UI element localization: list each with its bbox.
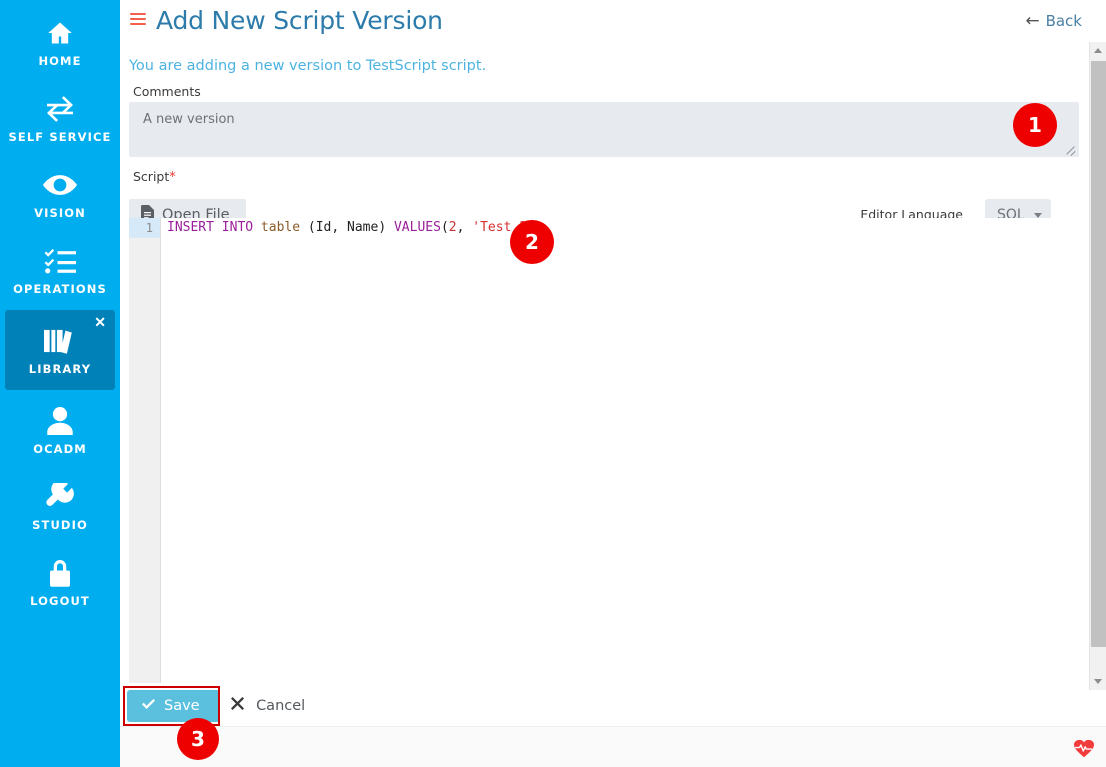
code-token: (Id, Name): [300, 220, 394, 235]
form-area: Comments A new version Script* Open File…: [129, 84, 1089, 233]
sidebar-item-ocadm[interactable]: OCADM: [5, 394, 115, 466]
code-token: (: [440, 220, 449, 235]
sidebar-item-label: VISION: [34, 206, 86, 220]
home-icon: [5, 16, 115, 50]
form-footer: Save Cancel: [120, 686, 1106, 767]
sidebar-item-label: HOME: [38, 54, 82, 68]
arrow-left-icon: ←: [1025, 11, 1040, 31]
page-scrollbar[interactable]: [1089, 42, 1106, 690]
cancel-button-label: Cancel: [256, 698, 306, 714]
wrench-icon: [5, 480, 115, 514]
cancel-button[interactable]: Cancel: [231, 690, 305, 722]
code-token: VALUES: [393, 220, 441, 235]
annotation-badge-2: 2: [510, 220, 554, 264]
exchange-icon: [5, 92, 115, 126]
script-label-text: Script: [133, 169, 170, 184]
sidebar-item-label: SELF SERVICE: [8, 130, 112, 144]
code-token: ,: [456, 220, 473, 235]
code-editor[interactable]: 1 INSERT INTO table (Id, Name) VALUES(2,…: [129, 218, 1079, 683]
editor-code-area[interactable]: INSERT INTO table (Id, Name) VALUES(2, '…: [167, 218, 1079, 683]
sidebar-item-label: LOGOUT: [30, 594, 90, 608]
close-icon[interactable]: ✕: [94, 315, 106, 329]
check-icon: [141, 691, 156, 723]
comments-value: A new version: [143, 112, 235, 127]
sidebar-item-studio[interactable]: STUDIO: [5, 470, 115, 542]
save-button-label: Save: [164, 698, 200, 714]
scroll-up-button[interactable]: [1090, 42, 1106, 59]
annotation-badge-3: 3: [177, 718, 219, 760]
sidebar-item-logout[interactable]: LOGOUT: [5, 546, 115, 618]
heartbeat-icon[interactable]: [1074, 739, 1094, 760]
sidebar-item-vision[interactable]: VISION: [5, 158, 115, 230]
scroll-down-button[interactable]: [1090, 673, 1106, 690]
resize-grip-icon[interactable]: [1064, 143, 1076, 156]
hamburger-icon[interactable]: [130, 13, 146, 28]
sidebar-item-label: OPERATIONS: [13, 282, 107, 296]
script-label: Script*: [129, 169, 1089, 185]
sidebar-item-operations[interactable]: OPERATIONS: [5, 234, 115, 306]
status-bar: [120, 726, 1106, 767]
sidebar-item-self-service[interactable]: SELF SERVICE: [5, 82, 115, 154]
page-subtitle: You are adding a new version to TestScri…: [129, 58, 487, 74]
checklist-icon: [5, 244, 115, 278]
save-button[interactable]: Save: [127, 690, 220, 722]
line-number: 1: [129, 218, 160, 238]
comments-label: Comments: [133, 84, 201, 99]
sidebar-item-label: LIBRARY: [28, 362, 92, 376]
eye-icon: [5, 168, 115, 202]
sidebar-item-label: OCADM: [33, 442, 87, 456]
x-icon: [231, 697, 249, 714]
back-button[interactable]: ← Back: [1025, 11, 1082, 31]
comments-field[interactable]: A new version: [129, 102, 1079, 157]
back-button-label: Back: [1045, 12, 1082, 30]
app-root: HOME SELF SERVICE VISION OPERATIONS ✕ LI…: [0, 0, 1106, 767]
main-sidebar: HOME SELF SERVICE VISION OPERATIONS ✕ LI…: [0, 0, 120, 767]
required-marker: *: [169, 170, 176, 185]
code-token: 2: [448, 220, 457, 235]
annotation-badge-1: 1: [1013, 103, 1057, 147]
code-token: table: [260, 220, 301, 235]
sidebar-item-home[interactable]: HOME: [5, 6, 115, 78]
lock-icon: [5, 556, 115, 590]
sidebar-item-label: STUDIO: [32, 518, 88, 532]
chevron-up-icon: [1094, 48, 1102, 53]
page-header: Add New Script Version ← Back: [120, 0, 1106, 46]
chevron-down-icon: [1094, 679, 1102, 684]
page-title: Add New Script Version: [156, 6, 443, 35]
scroll-thumb[interactable]: [1091, 61, 1106, 647]
sidebar-item-library[interactable]: ✕ LIBRARY: [5, 310, 115, 390]
user-icon: [5, 404, 115, 438]
editor-gutter: 1: [129, 218, 161, 683]
main-content: Add New Script Version ← Back You are add…: [120, 0, 1106, 767]
code-token: INSERT INTO: [167, 220, 261, 235]
